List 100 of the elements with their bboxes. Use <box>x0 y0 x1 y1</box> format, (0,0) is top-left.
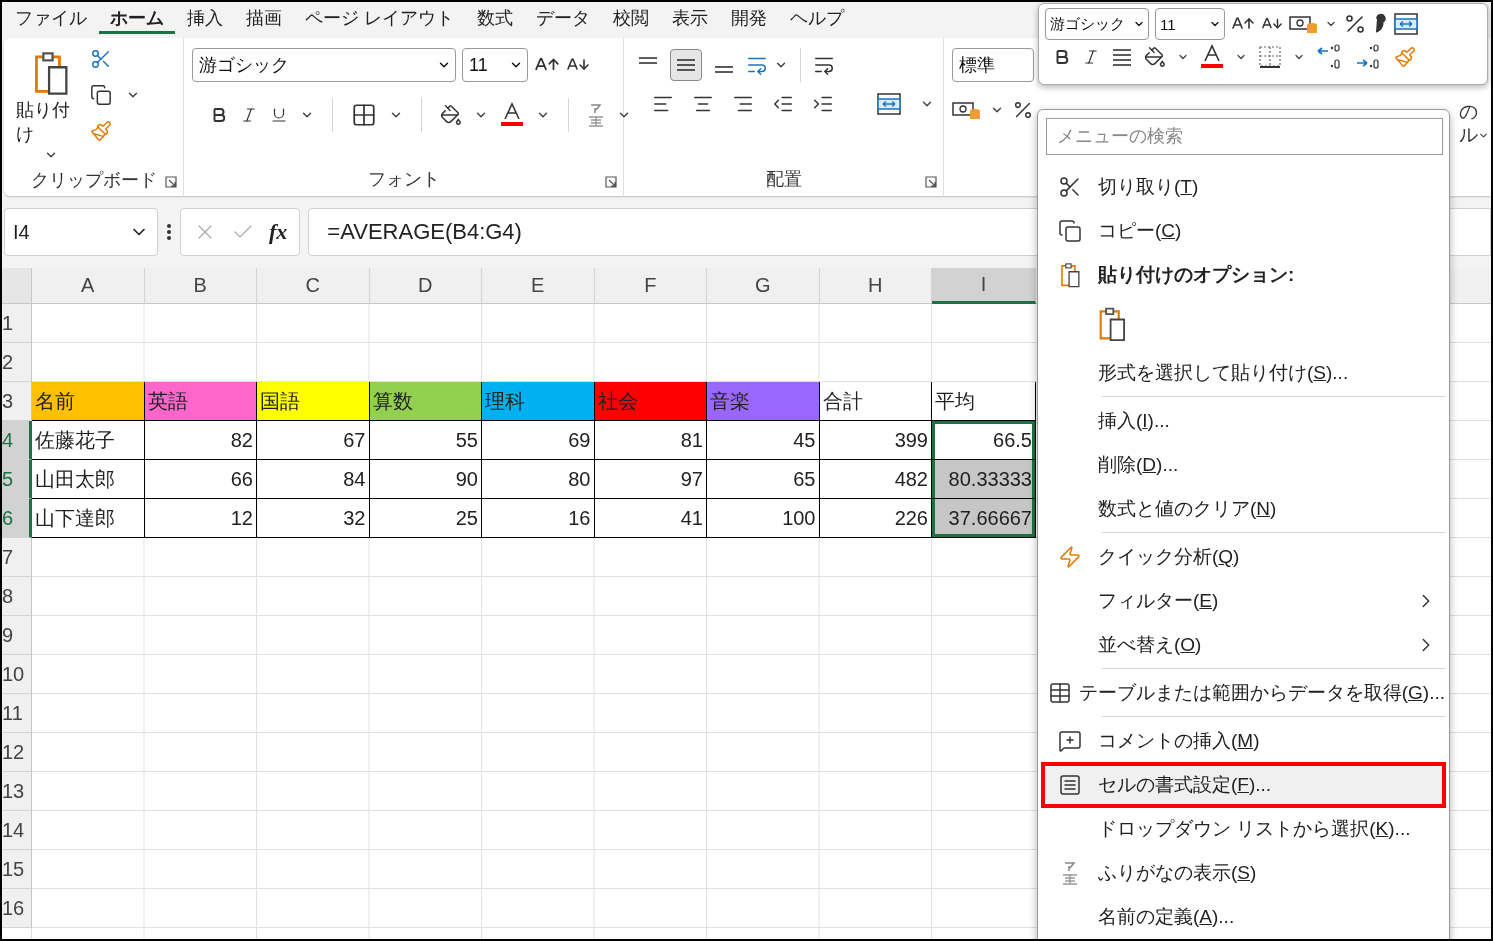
menu-item[interactable]: フィルター(E) <box>1042 579 1445 623</box>
table-cell[interactable]: 41 <box>594 499 707 538</box>
ribbon-tab[interactable]: ファイル <box>4 2 98 34</box>
ribbon-tab[interactable]: 開発 <box>720 2 778 34</box>
number-format-dropdown[interactable]: 標準 <box>952 48 1034 82</box>
table-cell[interactable]: 69 <box>482 421 595 460</box>
menu-item[interactable]: ふりがなの表示(S) <box>1042 851 1445 895</box>
menu-item[interactable]: 並べ替え(O) <box>1042 623 1445 667</box>
table-cell[interactable]: 65 <box>707 460 820 499</box>
row-header[interactable]: 1 <box>2 304 32 343</box>
row-header[interactable]: 7 <box>2 538 32 577</box>
row-header[interactable]: 6 <box>2 499 32 538</box>
cell-styles-label: ル <box>1459 124 1478 146</box>
table-cell[interactable]: 55 <box>369 421 482 460</box>
table-cell[interactable]: 100 <box>707 499 820 538</box>
menu-item[interactable]: 数式と値のクリア(N) <box>1042 487 1445 531</box>
ribbon-tab[interactable]: データ <box>525 2 601 34</box>
row-header[interactable]: 5 <box>2 460 32 499</box>
table-cell[interactable]: 66 <box>144 460 257 499</box>
menu-item[interactable]: テーブルまたは範囲からデータを取得(G)... <box>1042 671 1445 715</box>
row-header[interactable]: 9 <box>2 616 32 655</box>
column-header[interactable]: B <box>144 268 257 304</box>
column-header[interactable]: F <box>594 268 707 304</box>
row-header[interactable]: 10 <box>2 655 32 694</box>
paste-button[interactable]: 貼り付け <box>12 48 90 164</box>
table-cell[interactable]: 67 <box>257 421 370 460</box>
menu-item[interactable]: 削除(D)... <box>1042 443 1445 487</box>
font-name-dropdown[interactable]: 游ゴシック <box>1045 8 1149 40</box>
table-cell[interactable]: 226 <box>819 499 932 538</box>
row-header[interactable]: 4 <box>2 421 32 460</box>
table-cell[interactable]: 山下達郎 <box>32 499 145 538</box>
table-cell[interactable]: 算数 <box>369 382 482 421</box>
row-header[interactable]: 13 <box>2 772 32 811</box>
column-header[interactable]: D <box>369 268 482 304</box>
font-size-dropdown[interactable]: 11 <box>1155 8 1225 40</box>
insert-function-button[interactable]: fx <box>269 219 288 245</box>
row-header[interactable]: 15 <box>2 850 32 889</box>
column-header[interactable]: G <box>707 268 820 304</box>
ribbon-tab[interactable]: 表示 <box>661 2 719 34</box>
group-label: フォント <box>367 168 440 191</box>
table-cell[interactable]: 399 <box>819 421 932 460</box>
row-header[interactable]: 16 <box>2 889 32 928</box>
table-cell[interactable]: 32 <box>257 499 370 538</box>
menu-search-field[interactable]: メニューの検索 <box>1046 118 1443 155</box>
row-header[interactable]: 3 <box>2 382 32 421</box>
table-cell[interactable]: 45 <box>707 421 820 460</box>
table-cell[interactable]: 90 <box>369 460 482 499</box>
table-cell[interactable]: 合計 <box>819 382 932 421</box>
table-cell[interactable]: 英語 <box>144 382 257 421</box>
menu-item[interactable]: 名前の定義(A)... <box>1042 895 1445 939</box>
menu-item[interactable]: 形式を選択して貼り付け(S)... <box>1042 351 1445 395</box>
ribbon-tab[interactable]: 描画 <box>235 2 293 34</box>
table-cell[interactable]: 66.5 <box>932 421 1036 460</box>
font-name-dropdown[interactable]: 游ゴシック <box>192 48 456 82</box>
group-label: 配置 <box>765 168 802 191</box>
row-header[interactable]: 12 <box>2 733 32 772</box>
table-cell[interactable]: 国語 <box>257 382 370 421</box>
table-cell[interactable]: 81 <box>594 421 707 460</box>
table-cell[interactable]: 80.33333 <box>932 460 1036 499</box>
column-header[interactable]: A <box>32 268 145 304</box>
column-header[interactable]: C <box>257 268 370 304</box>
table-cell[interactable]: 平均 <box>932 382 1036 421</box>
menu-item[interactable]: コピー(C) <box>1042 209 1445 253</box>
row-header[interactable]: 2 <box>2 343 32 382</box>
name-box[interactable]: I4 <box>4 208 158 256</box>
table-cell[interactable]: 16 <box>482 499 595 538</box>
group-label: クリップボード <box>30 169 157 192</box>
table-cell[interactable]: 80 <box>482 460 595 499</box>
table-cell[interactable]: 84 <box>257 460 370 499</box>
menu-item[interactable]: 挿入(I)... <box>1042 399 1445 443</box>
table-cell[interactable]: 佐藤花子 <box>32 421 145 460</box>
menu-item[interactable]: ドロップダウン リストから選択(K)... <box>1042 807 1445 851</box>
menu-item[interactable]: コメントの挿入(M) <box>1042 719 1445 763</box>
ribbon-tab[interactable]: 挿入 <box>176 2 234 34</box>
table-cell[interactable]: 理科 <box>482 382 595 421</box>
table-cell[interactable]: 音楽 <box>707 382 820 421</box>
menu-item[interactable]: セルの書式設定(F)... <box>1042 763 1445 807</box>
column-header[interactable]: E <box>482 268 595 304</box>
menu-item[interactable]: クイック分析(Q) <box>1042 535 1445 579</box>
font-size-dropdown[interactable]: 11 <box>462 48 528 82</box>
ribbon-tab[interactable]: ページ レイアウト <box>294 2 465 34</box>
column-header[interactable]: I <box>932 268 1036 304</box>
table-cell[interactable]: 社会 <box>594 382 707 421</box>
row-header[interactable]: 11 <box>2 694 32 733</box>
ribbon-tab[interactable]: 校閲 <box>602 2 660 34</box>
column-header[interactable]: H <box>819 268 932 304</box>
table-cell[interactable]: 37.66667 <box>932 499 1036 538</box>
ribbon-tab[interactable]: ホーム <box>99 2 175 34</box>
table-cell[interactable]: 12 <box>144 499 257 538</box>
ribbon-tab[interactable]: ヘルプ <box>779 2 855 34</box>
table-cell[interactable]: 97 <box>594 460 707 499</box>
table-cell[interactable]: 山田太郎 <box>32 460 145 499</box>
row-header[interactable]: 14 <box>2 811 32 850</box>
table-cell[interactable]: 82 <box>144 421 257 460</box>
row-header[interactable]: 8 <box>2 577 32 616</box>
menu-item[interactable]: 切り取り(T) <box>1042 165 1445 209</box>
ribbon-tab[interactable]: 数式 <box>466 2 524 34</box>
table-cell[interactable]: 25 <box>369 499 482 538</box>
table-cell[interactable]: 482 <box>819 460 932 499</box>
table-cell[interactable]: 名前 <box>32 382 145 421</box>
